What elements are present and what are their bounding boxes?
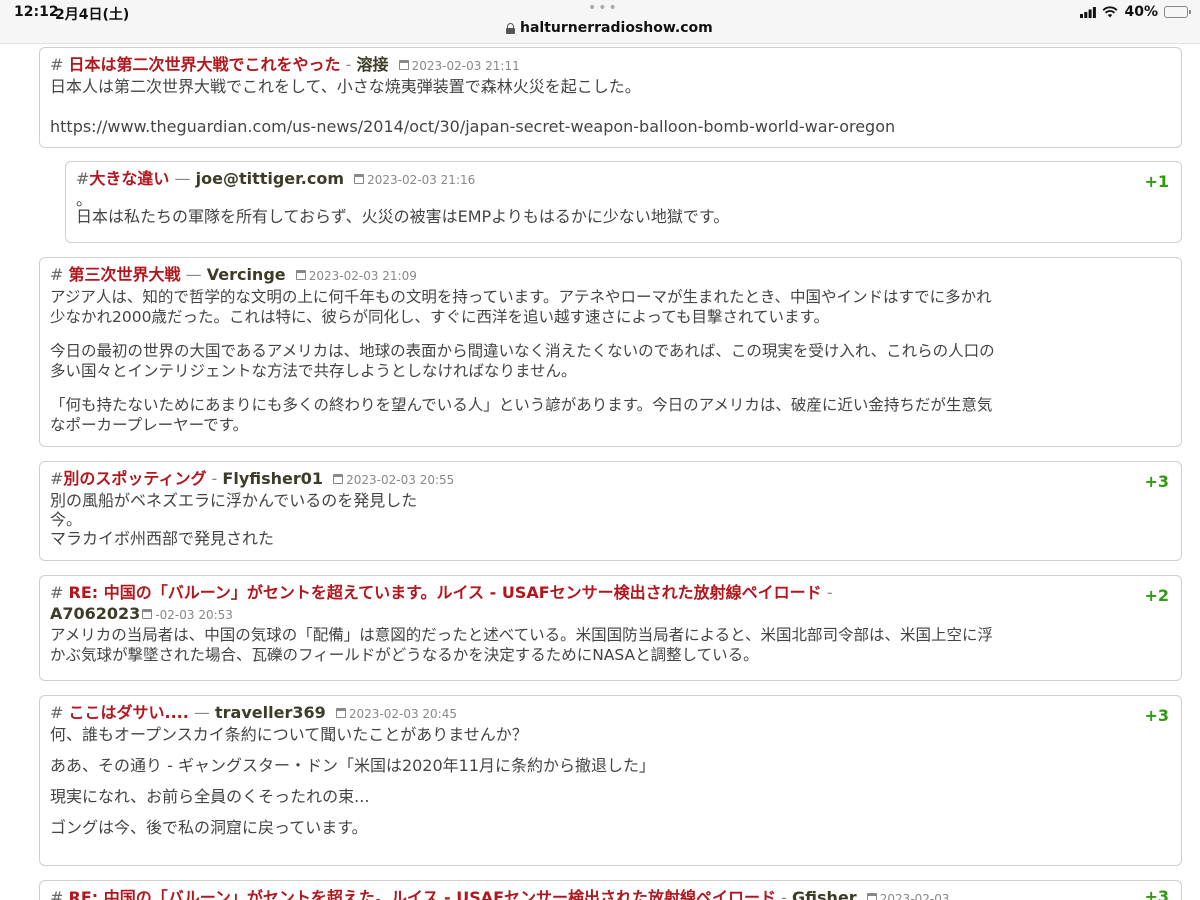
comment-date: 2023-02-03 20:45 [348,707,457,721]
separator: — [174,169,191,188]
tab-overview-handle[interactable]: ••• [588,0,619,16]
vote-score[interactable]: +2 [1144,586,1169,605]
permalink-hash[interactable]: # [50,888,63,900]
separator: - [781,888,787,900]
comment-text: なポーカープレーヤーです。 [50,416,249,434]
comment: # RE: 中国の「バルーン」がセントを超えた。ルイス - USAFセンサー検出… [39,880,1182,900]
calendar-icon [295,270,306,280]
separator: — [193,703,210,722]
comment-text: 現実になれ、お前ら全員のくそったれの束... [50,787,370,806]
url-text: halturnerradioshow.com [520,20,713,36]
comment-title[interactable]: 日本は第二次世界大戦でこれをやった [69,55,341,74]
comment-text: 少なかれ2000歳だった。これは特に、彼らが同化し、すぐに西洋を追い越す速さによ… [50,308,829,326]
comment-author[interactable]: Flyfisher01 [222,469,323,488]
comment-text: ゴングは今、後で私の洞窟に戻っています。 [50,818,368,837]
comment-text: 別の風船がベネズエラに浮かんでいるのを発見した [50,491,418,510]
permalink-hash[interactable]: # [50,55,63,74]
comment-title[interactable]: 第三次世界大戦 [69,265,181,284]
permalink-hash[interactable]: # [76,169,89,188]
comment-text: 。 [76,190,93,209]
comment: #別のスポッティング - Flyfisher01 2023-02-03 20:5… [39,461,1182,561]
comment-author[interactable]: 溶接 [356,55,388,74]
comment-body: アジア人は、知的で哲学的な文明の上に何千年もの文明を持っています。アテネやローマ… [50,287,1171,435]
comment-title[interactable]: 大きな違い [89,169,169,188]
comment-text: アメリカの当局者は、中国の気球の「配備」は意図的だったと述べている。米国国防当局… [50,626,994,644]
comment-body: アメリカの当局者は、中国の気球の「配備」は意図的だったと述べている。米国国防当局… [50,625,1171,665]
comment-header: #大きな違い — joe@tittiger.com 2023-02-03 21:… [76,168,1171,191]
comment-date: 2023-02-03 21:11 [411,59,520,73]
comment-body: 何、誰もオープンスカイ条約について聞いたことがありませんか？ ああ、その通り -… [50,725,1171,837]
comment-body: 。 日本は私たちの軍隊を所有しておらず、火災の被害はEMPよりもはるかに少ない地… [76,191,1171,225]
comment-text: 今。 [50,510,83,529]
comment-body: 日本人は第二次世界大戦でこれをして、小さな焼夷弾装置で森林火災を起こした。 ht… [50,77,1171,137]
separator: — [185,265,202,284]
comment: # RE: 中国の「バルーン」がセントを超えています。ルイス - USAFセンサ… [39,575,1182,681]
separator: - [345,55,352,74]
comment-header: # RE: 中国の「バルーン」がセントを超えた。ルイス - USAFセンサー検出… [50,887,1171,900]
comment: # 日本は第二次世界大戦でこれをやった - 溶接 2023-02-03 21:1… [39,47,1182,148]
comment-reply: #大きな違い — joe@tittiger.com 2023-02-03 21:… [65,161,1182,243]
comment-text: ああ、その通り - ギャングスター・ドン「米国は2020年11月に条約から撤退し… [50,756,656,775]
comment-link[interactable]: https://www.theguardian.com/us-news/2014… [50,117,1171,137]
address-bar[interactable]: halturnerradioshow.com [506,20,713,36]
comment-text: 「何も持たないためにあまりにも多くの終わりを望んでいる人」という諺があります。今… [50,396,993,414]
comment-text: 多い国々とインテリジェントな方法で共存しようとしなければなりません。 [50,362,577,380]
comment-author[interactable]: Vercinge [207,265,286,284]
comment-author[interactable]: joe@tittiger.com [196,169,344,188]
calendar-icon [142,609,153,619]
comment-author[interactable]: traveller369 [215,703,326,722]
comment-header: # 第三次世界大戦 — Vercinge 2023-02-03 21:09 [50,264,1171,287]
comment-author-line: A7062023 -02-03 20:53 [50,604,1171,625]
comment-text: 何、誰もオープンスカイ条約について聞いたことがありませんか？ [50,725,528,744]
vote-score[interactable]: +1 [1144,172,1169,191]
calendar-icon [866,893,877,900]
comment-date: 2023-02-03 21:16 [367,173,476,187]
comment-author[interactable]: Gfisher [792,888,857,900]
comment-header: # RE: 中国の「バルーン」がセントを超えています。ルイス - USAFセンサ… [50,582,1171,604]
status-time: 12:12 [14,4,59,20]
comment-date: 2023-02-03 21:09 [308,269,417,283]
comment-body: 別の風船がベネズエラに浮かんでいるのを発見した 今。 マラカイボ州西部で発見され… [50,491,1171,548]
permalink-hash[interactable]: # [50,583,63,602]
comment-header: # ここはダサい.... — traveller369 2023-02-03 2… [50,702,1171,725]
calendar-icon [354,174,365,184]
comment-text: かぶ気球が撃墜された場合、瓦礫のフィールドがどうなるかを決定するためにNASAと… [50,646,759,664]
comment-date: 2023-02-03 [879,892,950,900]
status-indicators: 40% [1080,4,1191,20]
wifi-icon [1103,6,1118,18]
separator: - [211,469,218,488]
comment-text: 今日の最初の世界の大国であるアメリカは、地球の表面から間違いなく消えたくないので… [50,342,995,360]
comment: # 第三次世界大戦 — Vercinge 2023-02-03 21:09 アジ… [39,257,1182,447]
separator: - [826,583,833,602]
calendar-icon [335,708,346,718]
battery-icon [1164,6,1191,18]
comment-author[interactable]: A7062023 [50,604,140,623]
comment-title[interactable]: ここはダサい.... [69,703,189,722]
battery-percent: 40% [1124,4,1158,20]
status-date: 2月4日(土) [55,7,130,23]
comment-header: # 日本は第二次世界大戦でこれをやった - 溶接 2023-02-03 21:1… [50,54,1171,77]
comment-title[interactable]: RE: 中国の「バルーン」がセントを超えています。ルイス - USAFセンサー検… [69,583,822,602]
calendar-icon [333,474,344,484]
permalink-hash[interactable]: # [50,265,63,284]
comment-text: マラカイボ州西部で発見された [50,529,275,548]
comment: # ここはダサい.... — traveller369 2023-02-03 2… [39,695,1182,866]
comment-text: アジア人は、知的で哲学的な文明の上に何千年もの文明を持っています。アテネやローマ… [50,288,992,306]
vote-score[interactable]: +3 [1144,472,1169,491]
comment-date: 2023-02-03 20:55 [346,473,455,487]
permalink-hash[interactable]: # [50,703,63,722]
lock-icon [506,22,515,34]
comment-title[interactable]: RE: 中国の「バルーン」がセントを超えた。ルイス - USAFセンサー検出され… [69,888,777,900]
vote-score[interactable]: +3 [1144,706,1169,725]
comment-header: #別のスポッティング - Flyfisher01 2023-02-03 20:5… [50,468,1171,491]
comment-date: -02-03 20:53 [155,608,233,622]
vote-score[interactable]: +3 [1144,887,1169,900]
signal-icon [1080,6,1097,18]
comment-text: 日本人は第二次世界大戦でこれをして、小さな焼夷弾装置で森林火災を起こした。 [50,77,641,96]
calendar-icon [398,60,409,70]
status-bar: 12:12 2月4日(土) ••• halturnerradioshow.com… [0,0,1200,44]
comment-text: 日本は私たちの軍隊を所有しておらず、火災の被害はEMPよりもはるかに少ない地獄で… [76,207,730,226]
permalink-hash[interactable]: # [50,469,63,488]
comment-title[interactable]: 別のスポッティング [63,469,206,488]
